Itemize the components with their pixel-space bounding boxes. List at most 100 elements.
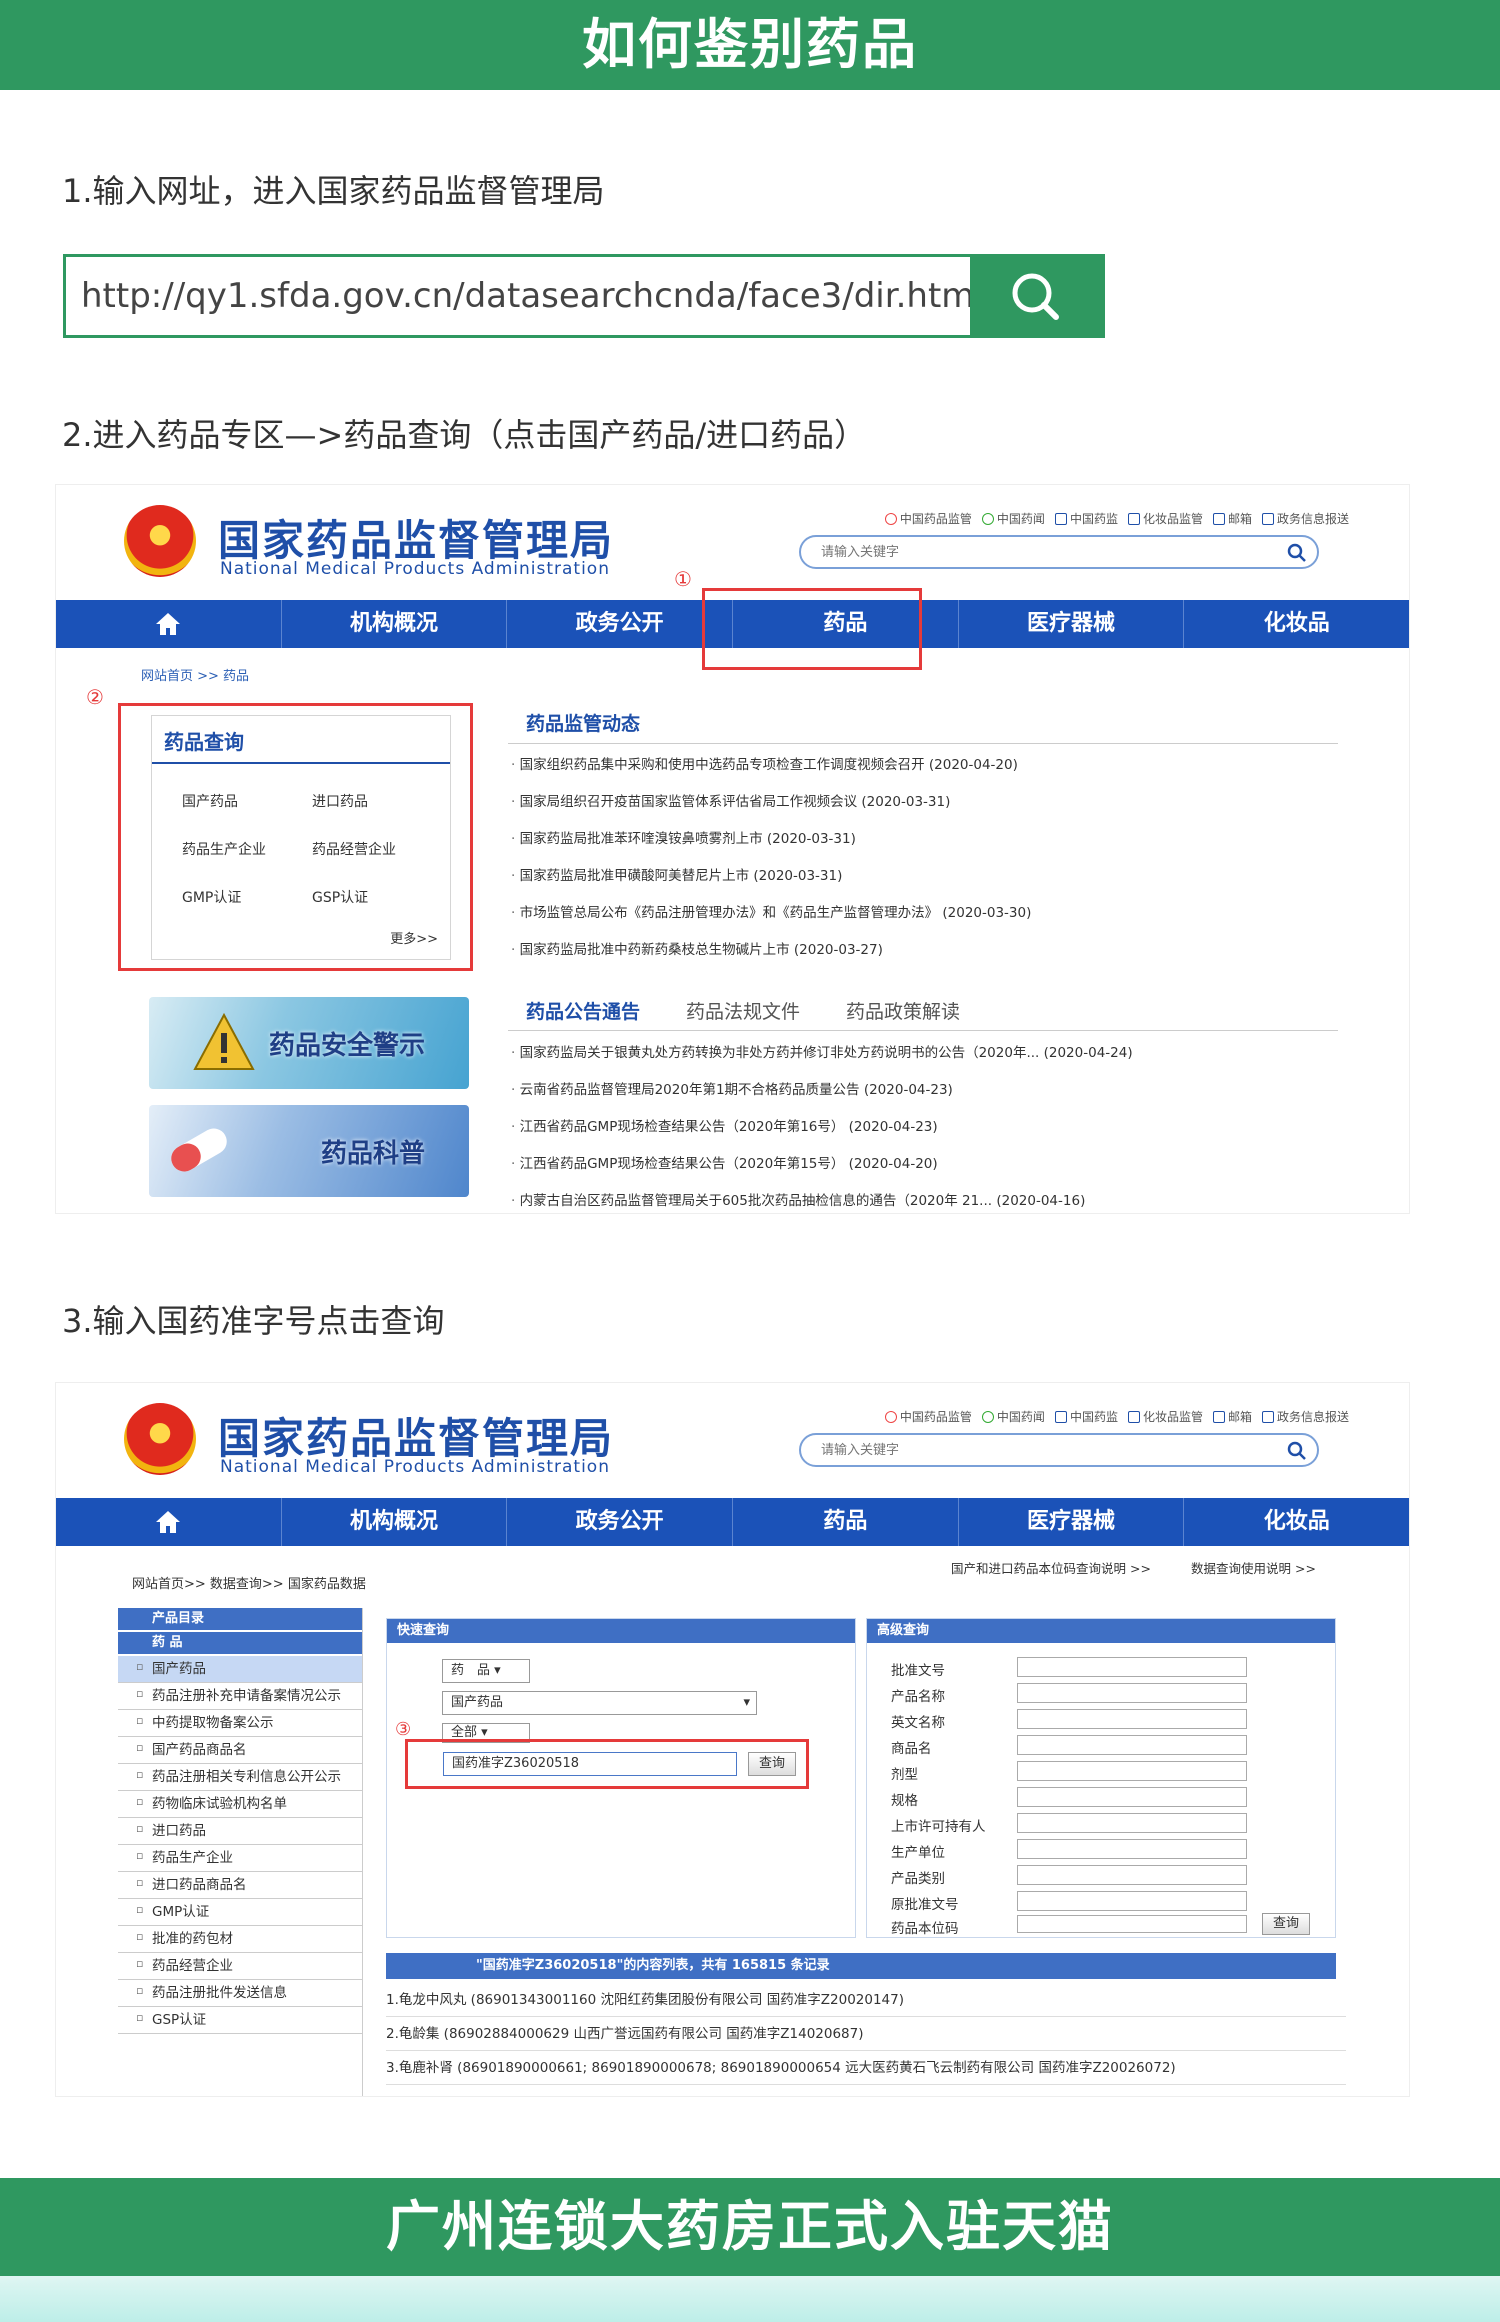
database-select[interactable]: 国产药品 ▾ [442,1691,757,1715]
tree-item[interactable]: 药品注册补充申请备案情况公示 [118,1681,362,1710]
news-item[interactable]: 国家局组织召开疫苗国家监管体系评估省局工作视频会议 (2020-03-31) [511,784,1331,821]
tab-regulations[interactable]: 药品法规文件 [686,997,800,1024]
quick-query-button[interactable]: 查询 [748,1752,796,1776]
tree-item[interactable]: GSP认证 [118,2005,362,2034]
notice-item[interactable]: 国家药监局关于银黄丸处方药转换为非处方药并修订非处方药说明书的公告（2020年.… [511,1035,1331,1072]
help-link-usage[interactable]: 数据查询使用说明 >> [1191,1558,1316,1577]
search-icon[interactable] [1285,541,1309,563]
site-search-input[interactable] [821,542,1261,562]
nav-gov-affairs[interactable]: 政务公开 [507,600,734,648]
tree-item[interactable]: 进口药品商品名 [118,1870,362,1899]
adv-input[interactable] [1017,1865,1247,1885]
notice-item[interactable]: 江西省药品GMP现场检查结果公告（2020年第15号） (2020-04-20) [511,1146,1331,1183]
adv-input[interactable] [1017,1761,1247,1781]
link-imported-drugs[interactable]: 进口药品 [312,791,442,811]
site-search-box[interactable] [799,535,1319,569]
quick-link[interactable]: 中国药闻 [981,1408,1045,1425]
result-item[interactable]: 1.龟龙中风丸 (86901343001160 沈阳红药集团股份有限公司 国药准… [386,1983,1346,2017]
url-text[interactable]: http://qy1.sfda.gov.cn/datasearchcnda/fa… [81,257,984,335]
adv-input[interactable] [1017,1735,1247,1755]
news-item[interactable]: 国家药监局批准苯环喹溴铵鼻喷雾剂上市 (2020-03-31) [511,821,1331,858]
quick-link[interactable]: 化妆品监管 [1127,1408,1203,1425]
quick-link[interactable]: 政务信息报送 [1261,510,1349,527]
result-item[interactable]: 3.龟鹿补肾 (86901890000661; 86901890000678; … [386,2051,1346,2085]
news-item[interactable]: 国家组织药品集中采购和使用中选药品专项检查工作调度视频会召开 (2020-04-… [511,747,1331,784]
quick-link[interactable]: 中国药品监管 [884,1408,972,1425]
result-list: 1.龟龙中风丸 (86901343001160 沈阳红药集团股份有限公司 国药准… [386,1983,1346,2085]
advanced-query-button[interactable]: 查询 [1262,1913,1310,1935]
adv-label: 商品名 [891,1741,932,1757]
tree-item-domestic-drugs[interactable]: 国产药品 [118,1654,362,1683]
approval-number-input[interactable]: 国药准字Z36020518 [443,1752,737,1776]
quick-link[interactable]: 中国药监 [1054,510,1118,527]
nav-drugs[interactable]: 药品 [733,1498,959,1546]
notice-list: 国家药监局关于银黄丸处方药转换为非处方药并修订非处方药说明书的公告（2020年.… [511,1035,1331,1213]
tab-notices[interactable]: 药品公告通告 [526,997,640,1024]
nav-org[interactable]: 机构概况 [282,600,508,648]
quick-link[interactable]: 化妆品监管 [1127,510,1203,527]
tree-item[interactable]: GMP认证 [118,1897,362,1926]
category-select[interactable]: 药 品 ▾ [442,1659,530,1683]
link-gmp[interactable]: GMP认证 [182,887,312,907]
link-drug-manufacturers[interactable]: 药品生产企业 [182,839,312,859]
nav-devices[interactable]: 医疗器械 [959,600,1185,648]
notice-item[interactable]: 内蒙古自治区药品监督管理局关于605批次药品抽检信息的通告（2020年 21..… [511,1183,1331,1213]
adv-input[interactable] [1017,1891,1247,1911]
nav-cosmetics[interactable]: 化妆品 [1184,1498,1409,1546]
quick-link[interactable]: 中国药监 [1054,1408,1118,1425]
news-item[interactable]: 国家药监局批准中药新药桑枝总生物碱片上市 (2020-03-27) [511,932,1331,969]
result-item[interactable]: 2.龟龄集 (86902884000629 山西广誉远国药有限公司 国药准字Z1… [386,2017,1346,2051]
tree-item[interactable]: 批准的药包材 [118,1924,362,1953]
news-item[interactable]: 市场监管总局公布《药品注册管理办法》和《药品生产监督管理办法》 (2020-03… [511,895,1331,932]
adv-input[interactable] [1017,1915,1247,1933]
tree-item[interactable]: 进口药品 [118,1816,362,1845]
tree-item[interactable]: 药品经营企业 [118,1951,362,1980]
adv-input[interactable] [1017,1813,1247,1833]
search-icon[interactable] [1285,1439,1309,1461]
help-link-code[interactable]: 国产和进口药品本位码查询说明 >> [951,1558,1151,1577]
quick-link[interactable]: 政务信息报送 [1261,1408,1349,1425]
news-item[interactable]: 国家药监局批准甲磺酸阿美替尼片上市 (2020-03-31) [511,858,1331,895]
site-search-input[interactable] [821,1440,1261,1460]
adv-input[interactable] [1017,1787,1247,1807]
nav-home[interactable] [56,1498,282,1546]
mobile-icon [1127,1410,1140,1423]
wechat-icon [981,512,994,525]
adv-input[interactable] [1017,1839,1247,1859]
quick-link[interactable]: 中国药闻 [981,510,1045,527]
drug-science-banner[interactable]: 药品科普 [149,1105,469,1197]
more-link[interactable]: 更多>> [390,928,438,947]
link-domestic-drugs[interactable]: 国产药品 [182,791,312,811]
nav-gov-affairs[interactable]: 政务公开 [507,1498,734,1546]
url-input-box[interactable]: http://qy1.sfda.gov.cn/datasearchcnda/fa… [63,254,1105,338]
tree-item[interactable]: 药物临床试验机构名单 [118,1789,362,1818]
tab-policy[interactable]: 药品政策解读 [846,997,960,1024]
link-drug-distributors[interactable]: 药品经营企业 [312,839,442,859]
adv-label: 英文名称 [891,1715,945,1731]
product-tree: 产品目录 药 品 国产药品 药品注册补充申请备案情况公示 中药提取物备案公示 国… [118,1608,363,2096]
adv-input[interactable] [1017,1709,1247,1729]
footer-banner: 广州连锁大药房正式入驻天猫 [0,2178,1500,2276]
notice-item[interactable]: 江西省药品GMP现场检查结果公告（2020年第16号） (2020-04-23) [511,1109,1331,1146]
link-gsp[interactable]: GSP认证 [312,887,442,907]
nav-org[interactable]: 机构概况 [282,1498,508,1546]
tree-item[interactable]: 药品生产企业 [118,1843,362,1872]
tree-item[interactable]: 中药提取物备案公示 [118,1708,362,1737]
site-search-box[interactable] [799,1433,1319,1467]
marker-2: ② [86,685,104,709]
nav-home[interactable] [56,600,282,648]
tree-item[interactable]: 国产药品商品名 [118,1735,362,1764]
tree-item[interactable]: 药品注册相关专利信息公开公示 [118,1762,362,1791]
tree-item[interactable]: 药品注册批件发送信息 [118,1978,362,2007]
nav-cosmetics[interactable]: 化妆品 [1184,600,1409,648]
quick-link[interactable]: 邮箱 [1212,1408,1252,1425]
notice-item[interactable]: 云南省药品监督管理局2020年第1期不合格药品质量公告 (2020-04-23) [511,1072,1331,1109]
quick-link[interactable]: 中国药品监管 [884,510,972,527]
tree-header: 产品目录 [118,1608,362,1630]
nav-devices[interactable]: 医疗器械 [959,1498,1185,1546]
drug-safety-banner[interactable]: 药品安全警示 [149,997,469,1089]
adv-input[interactable] [1017,1657,1247,1677]
url-search-button[interactable] [970,257,1102,335]
quick-link[interactable]: 邮箱 [1212,510,1252,527]
adv-input[interactable] [1017,1683,1247,1703]
